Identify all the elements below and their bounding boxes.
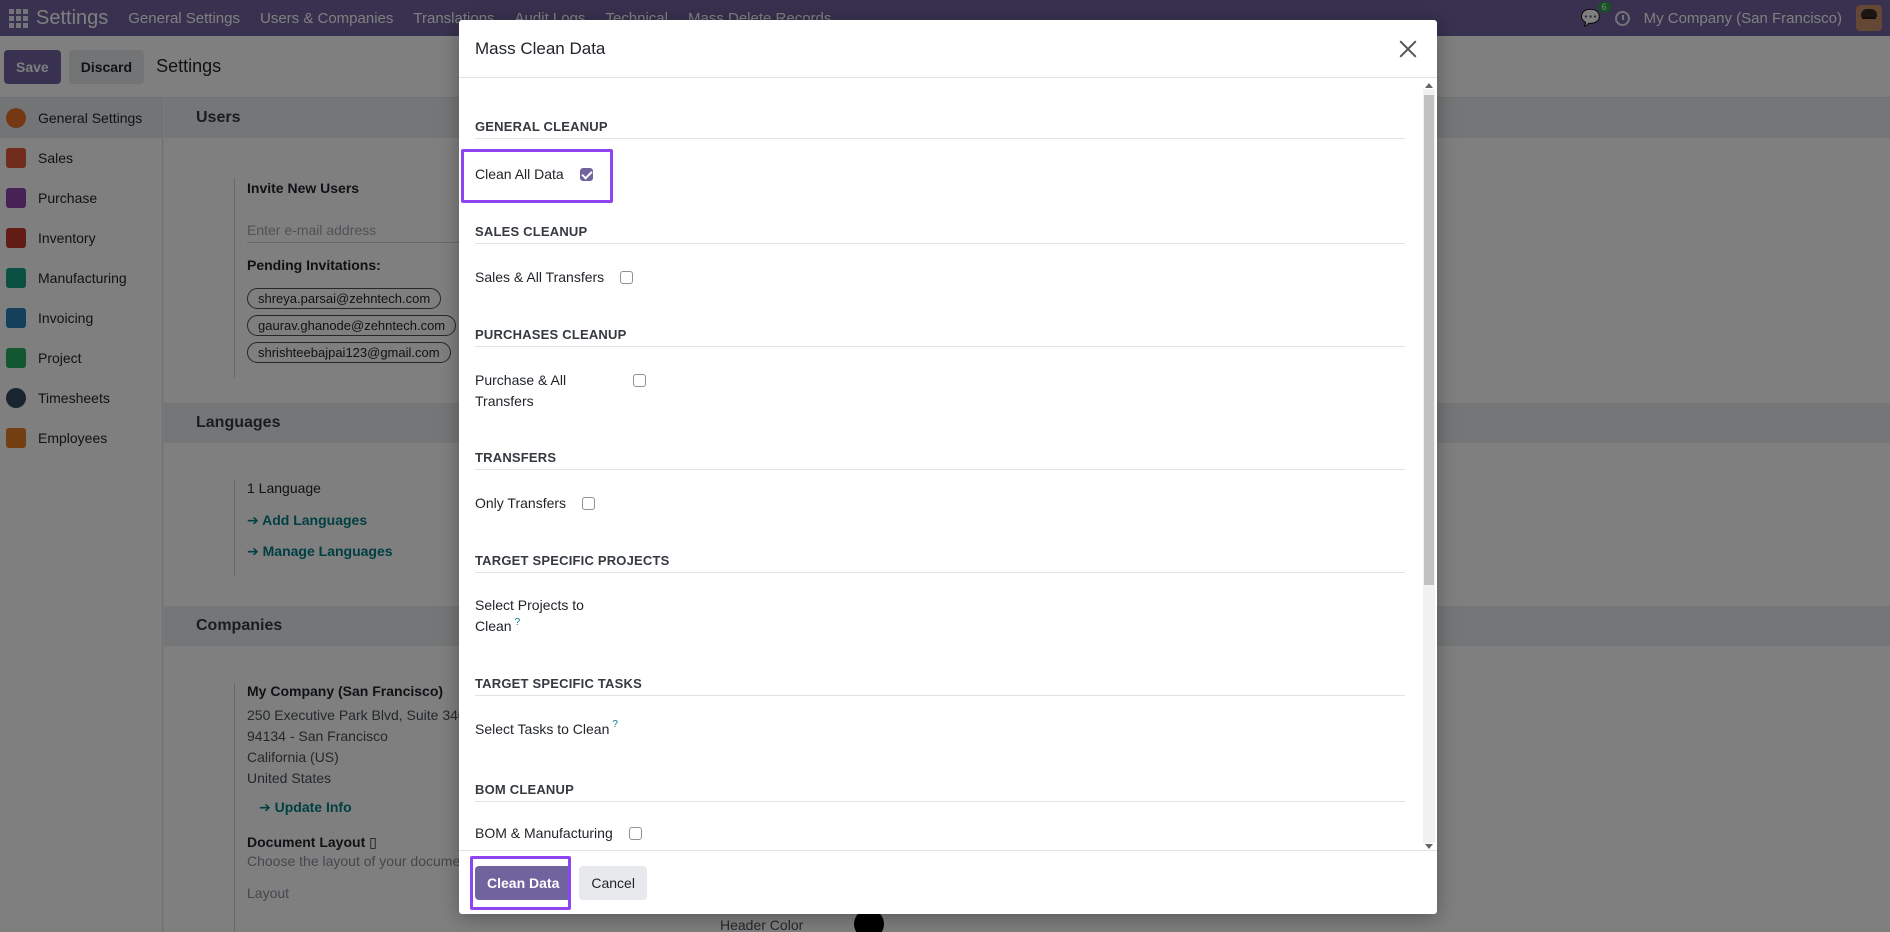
highlight-frame	[461, 149, 613, 203]
modal-title: Mass Clean Data	[475, 38, 606, 58]
help-tooltip-icon[interactable]: ?	[612, 719, 618, 730]
bom-manufacturing-row: BOM & Manufacturing	[475, 823, 642, 844]
modal-footer: Clean Data Cancel	[459, 850, 1437, 914]
select-projects-label: Select Projects to Clean	[475, 597, 584, 634]
select-tasks-label: Select Tasks to Clean	[475, 721, 610, 737]
group-heading-purchases-cleanup: PURCHASES CLEANUP	[475, 327, 1405, 347]
purchase-transfers-label: Purchase & All Transfers	[475, 372, 567, 409]
only-transfers-label: Only Transfers	[475, 495, 567, 511]
scroll-up-arrow-icon[interactable]	[1425, 83, 1433, 88]
select-projects-row: Select Projects to Clean?	[475, 595, 605, 637]
scroll-down-arrow-icon[interactable]	[1425, 844, 1433, 849]
modal-body[interactable]: GENERAL CLEANUP Clean All Data SALES CLE…	[459, 79, 1437, 849]
only-transfers-checkbox[interactable]	[582, 497, 596, 510]
purchase-transfers-row: Purchase & All Transfers	[475, 370, 646, 412]
sales-transfers-label: Sales & All Transfers	[475, 269, 605, 285]
modal-scrollbar[interactable]	[1423, 83, 1435, 849]
scrollbar-thumb[interactable]	[1424, 95, 1434, 585]
group-heading-sales-cleanup: SALES CLEANUP	[475, 224, 1405, 244]
group-heading-transfers: TRANSFERS	[475, 450, 1405, 470]
bom-manufacturing-label: BOM & Manufacturing	[475, 825, 613, 841]
group-heading-general-cleanup: GENERAL CLEANUP	[475, 119, 1405, 139]
group-heading-target-tasks: TARGET SPECIFIC TASKS	[475, 676, 1405, 696]
group-heading-bom-cleanup: BOM CLEANUP	[475, 782, 1405, 802]
help-tooltip-icon[interactable]: ?	[515, 617, 521, 628]
cancel-button[interactable]: Cancel	[579, 865, 647, 900]
bom-manufacturing-checkbox[interactable]	[628, 827, 642, 840]
group-heading-target-projects: TARGET SPECIFIC PROJECTS	[475, 553, 1405, 573]
sales-transfers-checkbox[interactable]	[620, 271, 634, 284]
mass-clean-data-dialog: Mass Clean Data GENERAL CLEANUP Clean Al…	[459, 20, 1437, 914]
select-tasks-row: Select Tasks to Clean?	[475, 719, 618, 740]
purchase-transfers-checkbox[interactable]	[633, 374, 646, 387]
sales-transfers-row: Sales & All Transfers	[475, 267, 634, 288]
highlight-frame	[470, 856, 571, 910]
close-icon[interactable]	[1395, 36, 1421, 62]
only-transfers-row: Only Transfers	[475, 493, 596, 514]
modal-header: Mass Clean Data	[459, 20, 1437, 78]
